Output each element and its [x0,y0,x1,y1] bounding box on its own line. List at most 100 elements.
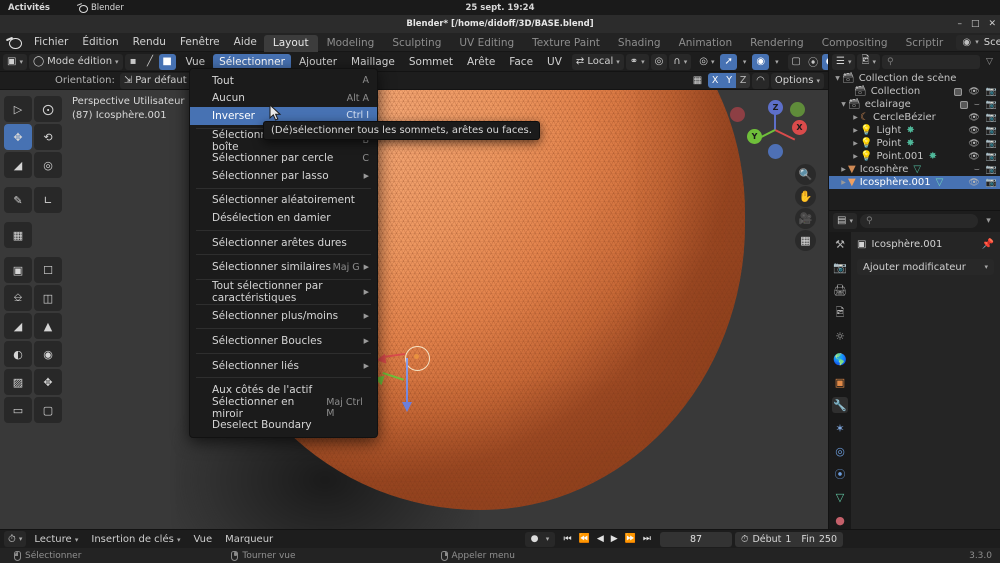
workspace-tab-modeling[interactable]: Modeling [318,35,384,52]
menu-fichier[interactable]: Fichier [27,33,75,52]
disable-in-render-icon[interactable]: 📷 [986,178,997,188]
menu-item-checker-deselect[interactable]: Désélection en damier [190,209,377,227]
smooth-tool-icon[interactable]: ◉ [34,341,62,367]
workspace-tab-uv-editing[interactable]: UV Editing [450,35,523,52]
workspace-tab-scripting[interactable]: Scriptir [897,35,953,52]
camera-view-button[interactable]: 🎥 [795,208,816,229]
tab-particles[interactable]: ✶ [832,420,848,436]
disclosure-triangle-icon[interactable]: ▶ [851,114,860,121]
jump-to-end-icon[interactable]: ⏭ [643,534,651,544]
desktop-clock[interactable]: 25 sept. 19:24 [0,3,1000,13]
hide-in-viewport-icon[interactable]: 👁 [968,113,979,123]
xray-toggle-button[interactable]: ◉ [752,53,770,70]
xray-dropdown[interactable]: ▾ [771,54,783,70]
outliner-row-cerclebezier[interactable]: ▶ ☾ CercleBézier 👁 📷 [829,111,1000,124]
menu-rendu[interactable]: Rendu [126,33,173,52]
3d-viewport[interactable]: Perspective Utilisateur (87) Icosphère.0… [0,90,828,529]
axis-x-toggle[interactable]: X [708,73,723,88]
properties-options-icon[interactable]: ▾ [981,213,996,228]
viewport-overlays-button[interactable]: ➚ [720,53,737,70]
outliner-scene-mode-button[interactable]: 🖻 ▾ [857,53,881,70]
current-frame-field[interactable]: 87 [660,531,733,547]
proportional-edit-button[interactable]: ◎ [650,53,668,70]
measure-tool-icon[interactable]: ∟ [34,187,62,213]
blender-logo-icon[interactable] [6,35,22,50]
timeline-menu-keying[interactable]: Insertion de clés ▾ [86,534,185,545]
rotate-tool-icon[interactable]: ⟲ [34,124,62,150]
menu-item-select-circle[interactable]: Sélectionner par cercle C [190,149,377,167]
timeline-editor[interactable]: ⏱ ▾ Lecture ▾ Insertion de clés ▾ Vue Mar… [0,529,1000,548]
editor-type-button[interactable]: ▣ ▾ [3,53,27,70]
frame-start-value[interactable]: 1 [785,534,791,545]
correct-face-attributes-icon[interactable]: ▦ [689,73,706,89]
menu-item-select-more-less[interactable]: Sélectionner plus/moins ▶ [190,308,377,326]
disclosure-triangle-icon[interactable]: ▼ [833,75,842,82]
menu-item-select-all-by-trait[interactable]: Tout sélectionner par caractéristiques ▶ [190,280,377,304]
mode-selector[interactable]: ◯ Mode édition ▾ [28,53,123,70]
menu-item-select-lasso[interactable]: Sélectionner par lasso ▶ [190,167,377,185]
vertex-select-icon[interactable]: ▪ [125,54,142,70]
use-preview-range-icon[interactable]: ⏱ [741,534,748,545]
disclosure-triangle-icon[interactable]: ▶ [839,166,848,173]
gizmo-ball-y-neg[interactable] [790,102,805,117]
exclude-checkbox[interactable] [959,100,968,109]
scale-tool-icon[interactable]: ◢ [4,152,32,178]
workspace-tab-animation[interactable]: Animation [670,35,742,52]
gizmo-ball-z-neg[interactable] [768,144,783,159]
tab-material[interactable]: ● [832,512,848,528]
tab-tool[interactable]: ⚒ [832,236,848,252]
tab-world[interactable]: 🌎 [832,351,848,367]
workspace-tab-compositing[interactable]: Compositing [813,35,897,52]
chevron-down-icon[interactable]: ▾ [543,535,553,543]
menu-aide[interactable]: Aide [227,33,264,52]
shrink-fatten-tool-icon[interactable]: ✥ [34,369,62,395]
workspace-tab-layout[interactable]: Layout [263,34,318,52]
outliner-editor[interactable]: ☰ ▾ 🖻 ▾ ⚲ ▽ ▼ 🗃 Collection de scène 🗃 Coll… [828,52,1000,210]
loop-cut-tool-icon[interactable]: ◫ [34,285,62,311]
face-select-icon[interactable]: ■ [158,53,176,70]
frame-end-value[interactable]: 250 [819,534,837,545]
viewport-menu-uv[interactable]: UV [541,52,568,72]
hide-in-viewport-icon[interactable]: 👁 [968,178,979,188]
timeline-menu-playback[interactable]: Lecture ▾ [29,534,83,545]
disclosure-triangle-icon[interactable]: ▶ [851,127,860,134]
viewport-menu-arete[interactable]: Arête [461,52,501,72]
add-modifier-button[interactable]: Ajouter modificateur ▾ [857,259,994,275]
zoom-view-button[interactable]: 🔍 [795,164,816,185]
disclosure-triangle-icon[interactable]: ▶ [851,140,860,147]
maximize-button[interactable]: □ [971,19,980,29]
mesh-data-icon[interactable]: ▽ [913,164,921,175]
tab-modifier[interactable]: 🔧 [832,397,848,413]
hide-in-viewport-icon[interactable]: 👁 [968,126,979,136]
workspace-tab-rendering[interactable]: Rendering [741,35,813,52]
hide-in-viewport-icon[interactable]: ⌣ [974,100,980,110]
bevel-tool-icon[interactable]: ⎒ [4,285,32,311]
hide-in-viewport-icon[interactable]: 👁 [968,139,979,149]
hide-in-viewport-icon[interactable]: 👁 [968,87,979,97]
outliner-row-scene-collection[interactable]: ▼ 🗃 Collection de scène [829,72,1000,85]
axis-y-toggle[interactable]: Y [722,73,737,88]
outliner-row-icosphere[interactable]: ▶ ▼ Icosphère ▽ ⌣ 📷 [829,163,1000,176]
menu-item-select-random[interactable]: Sélectionner aléatoirement [190,192,377,210]
light-data-icon[interactable]: ✸ [906,125,914,136]
disable-in-render-icon[interactable]: 📷 [986,113,997,123]
tab-render[interactable]: 📷 [832,259,848,275]
shear-tool-icon[interactable]: ▭ [4,397,32,423]
menu-item-select-sharp-edges[interactable]: Sélectionner arêtes dures [190,234,377,252]
outliner-filter-icon[interactable]: ▽ [982,54,997,69]
options-button[interactable]: Options ▾ [770,72,824,89]
navigation-gizmo[interactable]: Z X Y [730,98,807,160]
light-data-icon[interactable]: ✸ [906,138,914,149]
gizmo-z-axis[interactable] [406,358,408,406]
solid-shading-icon[interactable]: ⦿ [805,54,822,70]
menu-item-select-mirror[interactable]: Sélectionner en miroir Maj Ctrl M [190,396,377,420]
properties-editor-type-button[interactable]: ▤ ▾ [833,212,857,229]
outliner-row-icosphere-001[interactable]: ▶ ▼ Icosphère.001 ▽ 👁 📷 [829,176,1000,189]
extrude-region-tool-icon[interactable]: ▣ [4,257,32,283]
menu-item-deselect-boundary[interactable]: Deselect Boundary [190,417,377,435]
wireframe-shading-icon[interactable]: ▢ [788,54,805,70]
workspace-tab-shading[interactable]: Shading [609,35,670,52]
spin-tool-icon[interactable]: ◐ [4,341,32,367]
hide-in-viewport-icon[interactable]: ⌣ [974,165,980,175]
orientation-value-selector[interactable]: ⇲ Par défaut ▾ [119,72,198,89]
